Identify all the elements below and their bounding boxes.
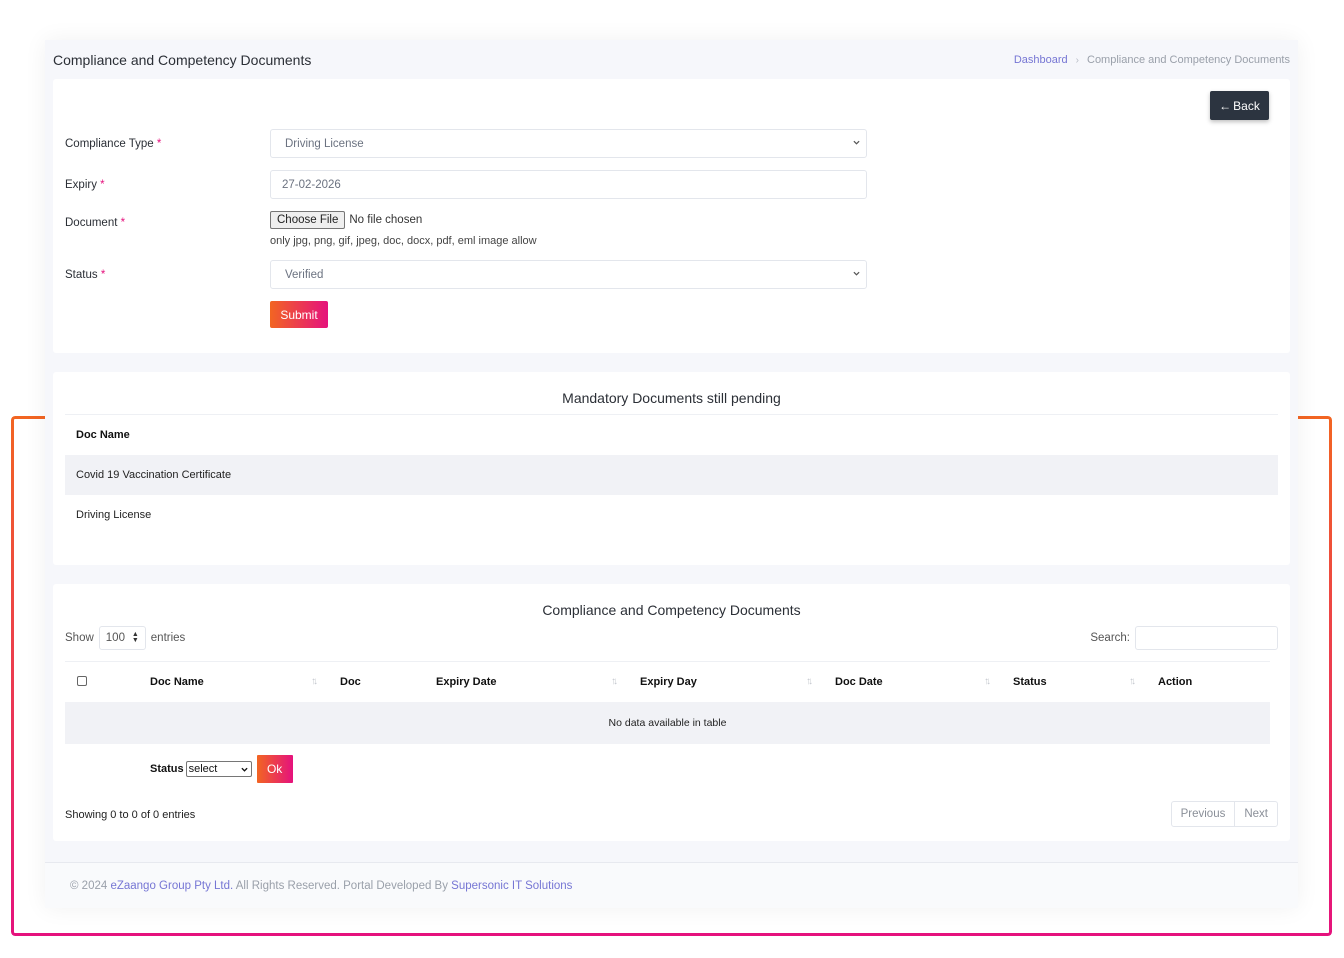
expiry-date-input[interactable]: 27-02-2026 (270, 170, 867, 199)
back-button[interactable]: ← Back (1210, 91, 1269, 120)
page-length-control: Show 100 ▲ ▼ entries (65, 626, 185, 650)
sort-icon[interactable]: ↑↓ (984, 676, 991, 687)
empty-table-message: No data available in table (65, 702, 1270, 744)
chevron-down-icon (853, 271, 860, 276)
arrow-left-icon: ← (1219, 98, 1232, 113)
compliance-type-row: Compliance Type * Driving License (65, 129, 867, 158)
file-status: No file chosen (349, 214, 423, 226)
status-label: Status * (65, 268, 106, 281)
pending-table-header: Doc Name (76, 429, 130, 441)
choose-file-button[interactable]: Choose File (270, 211, 346, 229)
required-mark: * (120, 217, 126, 229)
entries-label: entries (150, 632, 186, 644)
sort-updown-icon: ▲ ▼ (131, 631, 139, 644)
chevron-down-icon (853, 140, 860, 145)
column-status[interactable]: Status (1013, 676, 1047, 688)
next-page-button[interactable]: Next (1234, 802, 1277, 826)
sort-icon[interactable]: ↑↓ (806, 676, 813, 687)
required-mark: * (100, 268, 106, 281)
expiry-row: Expiry * 27-02-2026 (65, 170, 867, 199)
sort-icon[interactable]: ↑↓ (611, 676, 618, 687)
breadcrumb-current: Compliance and Competency Documents (1087, 54, 1290, 66)
breadcrumb-dashboard-link[interactable]: Dashboard (1014, 54, 1068, 66)
search-label: Search: (1090, 632, 1130, 644)
compliance-type-label: Compliance Type * (65, 137, 162, 150)
file-type-hint: only jpg, png, gif, jpeg, doc, docx, pdf… (270, 235, 537, 247)
status-row: Status * Verified (65, 260, 867, 289)
bulk-status-label: Status (150, 763, 184, 775)
pending-documents-card: Mandatory Documents still pending Doc Na… (53, 372, 1290, 565)
search-input[interactable] (1135, 626, 1278, 650)
page-length-select[interactable]: 100 ▲ ▼ (98, 626, 146, 650)
column-expiry-date[interactable]: Expiry Date (436, 676, 497, 688)
chevron-down-icon (241, 767, 248, 772)
compliance-type-value: Driving License (285, 137, 364, 150)
expiry-label: Expiry * (65, 178, 105, 191)
select-all-checkbox[interactable] (77, 676, 87, 686)
documents-section-title: Compliance and Competency Documents (542, 602, 801, 618)
expiry-value: 27-02-2026 (282, 178, 341, 191)
bulk-status-select[interactable]: select (185, 761, 252, 777)
table-row: Covid 19 Vaccination Certificate (65, 455, 1278, 495)
documents-card: Compliance and Competency Documents Show… (53, 584, 1290, 841)
document-label: Document * (65, 217, 126, 229)
column-doc-name[interactable]: Doc Name (150, 676, 204, 688)
compliance-form-card: ← Back Compliance Type * Driving License… (53, 79, 1290, 353)
document-file-field: Choose File No file chosen only jpg, png… (270, 211, 537, 247)
column-doc: Doc (340, 676, 361, 688)
pagination: Previous Next (1170, 801, 1278, 827)
sort-icon[interactable]: ↑↓ (1129, 676, 1136, 687)
status-select[interactable]: Verified (270, 260, 867, 289)
sort-icon[interactable]: ↑↓ (311, 676, 318, 687)
status-value: Verified (285, 268, 324, 281)
previous-page-button[interactable]: Previous (1172, 802, 1235, 826)
table-search: Search: (1090, 626, 1278, 650)
bulk-status-value: select (188, 763, 218, 775)
required-mark: * (156, 137, 162, 150)
page-title: Compliance and Competency Documents (53, 52, 312, 68)
compliance-type-select[interactable]: Driving License (270, 129, 867, 158)
column-doc-date[interactable]: Doc Date (835, 676, 883, 688)
company-link[interactable]: eZaango Group Pty Ltd. (110, 880, 233, 892)
page-header: Compliance and Competency Documents Dash… (53, 50, 1290, 70)
required-mark: * (100, 178, 105, 191)
footer-copyright: © 2024 (70, 879, 111, 892)
table-info: Showing 0 to 0 of 0 entries (65, 809, 196, 821)
bulk-status-control: Status select Ok (150, 755, 293, 783)
breadcrumb: Dashboard › Compliance and Competency Do… (1014, 54, 1290, 66)
page-length-value: 100 (105, 632, 125, 644)
document-row: Document * Choose File No file chosen on… (65, 211, 537, 247)
documents-table: Doc Name ↑↓ Doc Expiry Date ↑↓ Expiry Da… (65, 661, 1270, 744)
breadcrumb-separator-icon: › (1075, 54, 1079, 66)
ok-button[interactable]: Ok (256, 755, 293, 783)
developer-link[interactable]: Supersonic IT Solutions (451, 880, 572, 892)
column-expiry-day[interactable]: Expiry Day (640, 676, 697, 688)
back-button-label: Back (1233, 98, 1260, 113)
show-label: Show (65, 632, 94, 644)
page-container: Compliance and Competency Documents Dash… (45, 40, 1298, 908)
column-action: Action (1158, 676, 1193, 688)
footer: © 2024 eZaango Group Pty Ltd. All Rights… (45, 862, 1298, 908)
table-row: Driving License (76, 509, 152, 521)
pending-section-title: Mandatory Documents still pending (562, 390, 781, 406)
submit-button[interactable]: Submit (270, 301, 328, 328)
footer-text: All Rights Reserved. Portal Developed By (233, 879, 452, 892)
documents-table-header: Doc Name ↑↓ Doc Expiry Date ↑↓ Expiry Da… (65, 662, 1270, 702)
pending-documents-table: Doc Name Covid 19 Vaccination Certificat… (65, 414, 1278, 535)
